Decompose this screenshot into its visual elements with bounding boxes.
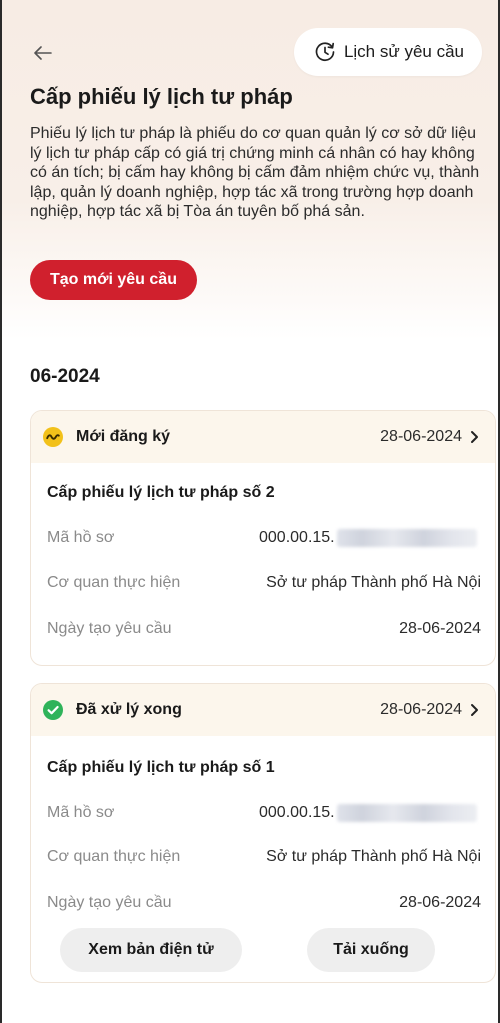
- request-date: 28-06-2024: [380, 701, 462, 718]
- pending-wave-icon: [43, 427, 63, 447]
- created-date-row: Ngày tạo yêu cầu 28-06-2024: [47, 894, 481, 912]
- file-code-text: 000.00.15.: [259, 529, 335, 547]
- view-electronic-button[interactable]: Xem bản điện tử: [60, 928, 242, 972]
- request-card-header[interactable]: Đã xử lý xong 28-06-2024: [31, 684, 495, 736]
- history-clock-icon: [315, 42, 335, 62]
- history-button[interactable]: Lịch sử yêu cầu: [293, 28, 482, 76]
- top-bar: Lịch sử yêu cầu: [2, 28, 498, 78]
- created-date-value: 28-06-2024: [399, 620, 481, 637]
- created-date-label: Ngày tạo yêu cầu: [47, 620, 172, 637]
- download-button[interactable]: Tải xuống: [307, 928, 435, 972]
- status-label: Đã xử lý xong: [76, 701, 182, 718]
- redacted-block: [336, 803, 477, 822]
- page-description: Phiếu lý lịch tư pháp là phiếu do cơ qua…: [30, 125, 480, 220]
- check-circle-icon: [43, 700, 63, 720]
- app-screen: Lịch sử yêu cầu Cấp phiếu lý lịch tư phá…: [0, 0, 500, 1023]
- history-label: Lịch sử yêu cầu: [343, 42, 464, 61]
- back-button[interactable]: [28, 38, 58, 68]
- agency-row: Cơ quan thực hiện Sở tư pháp Thành phố H…: [47, 574, 481, 592]
- created-date-row: Ngày tạo yêu cầu 28-06-2024: [47, 620, 481, 638]
- request-title: Cấp phiếu lý lịch tư pháp số 1: [47, 759, 275, 776]
- file-code-value: 000.00.15.: [259, 803, 477, 822]
- created-date-label: Ngày tạo yêu cầu: [47, 894, 172, 911]
- agency-value: Sở tư pháp Thành phố Hà Nội: [266, 574, 481, 591]
- month-heading: 06-2024: [30, 366, 100, 387]
- chevron-right-icon: [470, 430, 479, 444]
- page-title: Cấp phiếu lý lịch tư pháp: [30, 84, 293, 109]
- create-request-button[interactable]: Tạo mới yêu cầu: [30, 260, 197, 300]
- request-title: Cấp phiếu lý lịch tư pháp số 2: [47, 484, 275, 501]
- file-code-value: 000.00.15.: [259, 528, 477, 547]
- file-code-row: Mã hồ sơ 000.00.15.: [47, 803, 481, 822]
- file-code-label: Mã hồ sơ: [47, 529, 115, 546]
- request-card: Mới đăng ký 28-06-2024 Cấp phiếu lý lịch…: [30, 410, 496, 666]
- request-date: 28-06-2024: [380, 428, 462, 445]
- redacted-block: [336, 528, 477, 547]
- file-code-row: Mã hồ sơ 000.00.15.: [47, 528, 481, 547]
- request-card-header[interactable]: Mới đăng ký 28-06-2024: [31, 411, 495, 463]
- agency-label: Cơ quan thực hiện: [47, 848, 181, 865]
- agency-label: Cơ quan thực hiện: [47, 574, 181, 591]
- file-code-label: Mã hồ sơ: [47, 804, 115, 821]
- agency-row: Cơ quan thực hiện Sở tư pháp Thành phố H…: [47, 848, 481, 866]
- status-label: Mới đăng ký: [76, 428, 171, 445]
- agency-value: Sở tư pháp Thành phố Hà Nội: [266, 848, 481, 865]
- request-card: Đã xử lý xong 28-06-2024 Cấp phiếu lý lị…: [30, 683, 496, 983]
- created-date-value: 28-06-2024: [399, 894, 481, 911]
- arrow-left-icon: [34, 46, 52, 60]
- chevron-right-icon: [470, 703, 479, 717]
- file-code-text: 000.00.15.: [259, 804, 335, 822]
